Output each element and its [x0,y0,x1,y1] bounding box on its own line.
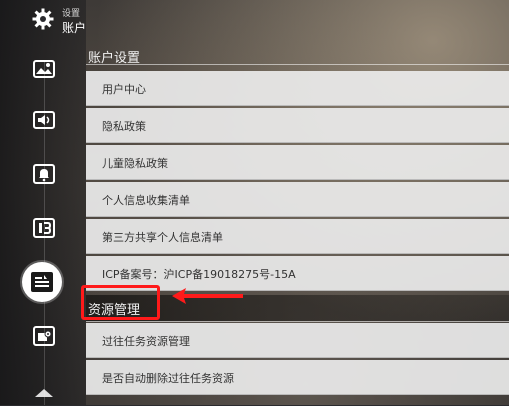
cache-icon[interactable] [30,322,58,350]
image-settings-icon[interactable] [30,55,58,83]
list-item-label: 个人信息收集清单 [102,194,190,207]
list-item-child-privacy-policy[interactable]: 儿童隐私政策 [86,145,509,180]
section-divider [86,64,509,65]
gear-icon [32,8,54,30]
list-item-third-party-sharing[interactable]: 第三方共享个人信息清单 [86,219,509,254]
list-item-personal-info-list[interactable]: 个人信息收集清单 [86,182,509,217]
list-item-past-task-resources[interactable]: 过往任务资源管理 [86,323,509,358]
breadcrumb-parent[interactable]: 设置 [62,6,80,19]
scroll-up-icon[interactable] [30,378,58,406]
list-item-label: 是否自动删除过往任务资源 [102,372,234,385]
section-divider [86,321,509,322]
notification-bell-icon[interactable] [30,160,58,188]
arrow-left-icon [172,288,243,304]
highlight-box [81,285,160,320]
list-item-label: 第三方共享个人信息清单 [102,231,223,244]
list-item-auto-delete-resources[interactable]: 是否自动删除过往任务资源 [86,360,509,395]
sound-icon[interactable] [30,106,58,134]
list-item-label: 用户中心 [102,83,146,96]
controls-icon[interactable] [30,214,58,242]
list-item-label: ICP备案号：沪ICP备19018275号-15A [102,268,296,281]
account-icon[interactable] [22,262,62,302]
list-item-label: 过往任务资源管理 [102,335,190,348]
list-item-user-center[interactable]: 用户中心 [86,71,509,106]
list-item-privacy-policy[interactable]: 隐私政策 [86,108,509,143]
list-item-label: 隐私政策 [102,120,146,133]
list-item-label: 儿童隐私政策 [102,157,168,170]
sidebar [0,0,86,405]
page-title: 账户 [62,21,87,35]
